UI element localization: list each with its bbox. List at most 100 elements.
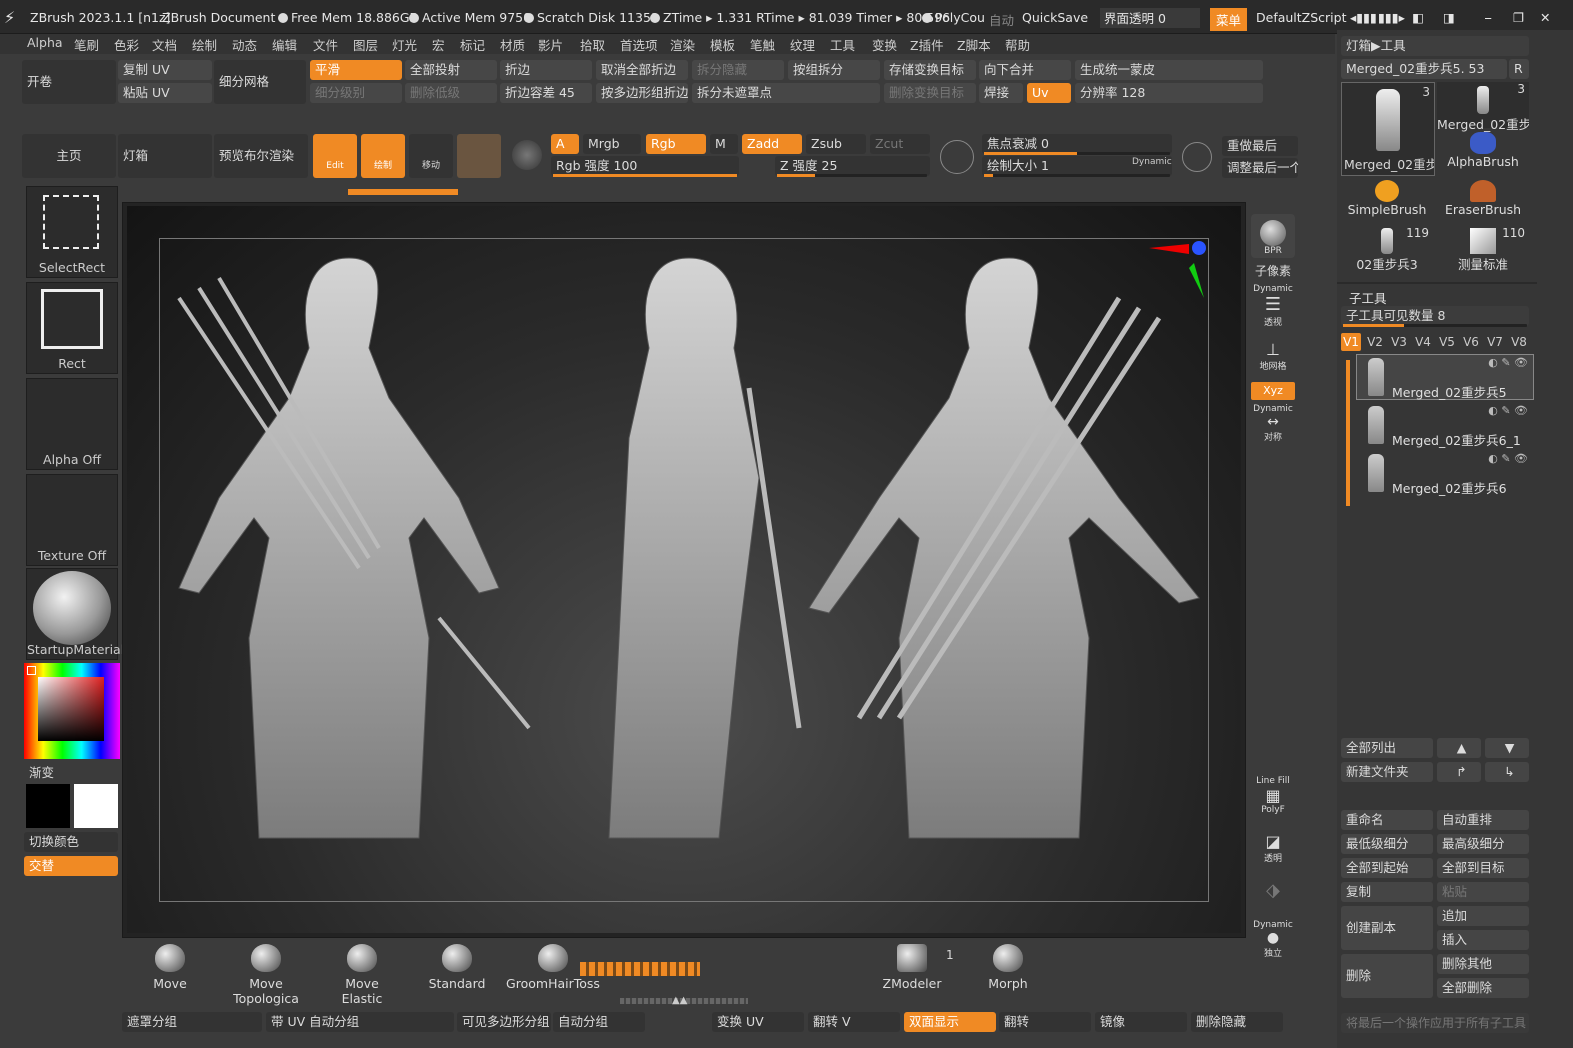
expand-icon[interactable]: ▮▮▮▸ <box>1378 10 1405 25</box>
autogroup-button[interactable]: 自动分组 <box>553 1012 645 1032</box>
transparency-slider[interactable]: 界面透明 0 <box>1100 8 1200 28</box>
redo-last-button[interactable]: 重做最后 <box>1222 136 1298 156</box>
menu-item-23[interactable]: Z脚本 <box>957 35 991 54</box>
menu-item-20[interactable]: 工具 <box>830 35 855 54</box>
draw-button[interactable]: 绘制 <box>361 134 405 178</box>
menu-item-7[interactable]: 文件 <box>313 35 338 54</box>
subtool-item-3[interactable]: Merged_02重步兵6 ◐ ✎ 👁 <box>1360 452 1532 496</box>
brush-standard[interactable]: Standard <box>426 944 488 991</box>
symmetry-button[interactable]: Dynamic ↔ 对称 <box>1251 404 1295 443</box>
menu-item-24[interactable]: 帮助 <box>1005 35 1030 54</box>
subtool-tab-v2[interactable]: V2 <box>1365 333 1385 351</box>
r-button[interactable]: R <box>1509 59 1529 79</box>
close-icon[interactable]: ✕ <box>1540 10 1550 25</box>
zsub-button[interactable]: Zsub <box>806 134 866 154</box>
tool-thumb-2[interactable]: 3 Merged_02重步兵 <box>1437 82 1529 132</box>
move-down-icon[interactable]: ↳ <box>1485 762 1529 782</box>
minimize-icon[interactable]: ⎯ <box>1485 10 1491 26</box>
brush-morph[interactable]: Morph <box>984 944 1032 991</box>
subtool-header[interactable]: 子工具 <box>1349 288 1387 307</box>
material-slot[interactable]: StartupMaterial <box>26 568 124 660</box>
paste-uv-button[interactable]: 粘贴 UV <box>118 83 212 103</box>
flip-v-button[interactable]: 翻转 V <box>808 1012 900 1032</box>
subtool-tab-v7[interactable]: V7 <box>1485 333 1505 351</box>
subtool-scroll-indicator[interactable] <box>1346 360 1350 506</box>
split-unmasked-button[interactable]: 拆分未遮罩点 <box>692 83 880 103</box>
rgb-button[interactable]: Rgb <box>646 134 706 154</box>
mirror-button[interactable]: 镜像 <box>1095 1012 1187 1032</box>
menu-item-11[interactable]: 标记 <box>460 35 485 54</box>
create-copy-button[interactable]: 创建副本 <box>1341 906 1433 950</box>
adjust-last-button[interactable]: 调整最后一个 <box>1222 158 1298 178</box>
menu-item-14[interactable]: 拾取 <box>580 35 605 54</box>
copy-uv-button[interactable]: 复制 UV <box>118 60 212 80</box>
crease-tolerance-slider[interactable]: 折边容差 45 <box>500 83 592 103</box>
menu-item-9[interactable]: 灯光 <box>392 35 417 54</box>
paste-button[interactable]: 粘贴 <box>1437 882 1529 902</box>
menu-item-21[interactable]: 变换 <box>872 35 897 54</box>
subtool-tab-v6[interactable]: V6 <box>1461 333 1481 351</box>
menu-item-18[interactable]: 笔触 <box>750 35 775 54</box>
perspective-button[interactable]: Dynamic ☰ 透视 <box>1251 284 1295 328</box>
layout-icon[interactable]: ◧ <box>1412 10 1424 25</box>
double-sided-button[interactable]: 双面显示 <box>904 1012 996 1032</box>
chevron-up-icon[interactable]: ▲▲ <box>672 995 687 1006</box>
delete-morph-button[interactable]: 删除变换目标 <box>884 83 976 103</box>
selectrect-brush[interactable]: SelectRect <box>26 186 118 278</box>
home-button[interactable]: 主页 <box>22 134 116 178</box>
tool-thumb-soldier3[interactable]: 119 02重步兵3 <box>1341 226 1433 272</box>
apply-all-subtools-button[interactable]: 将最后一个操作应用于所有子工具 <box>1341 1013 1529 1033</box>
rotate-mode-icon[interactable] <box>457 134 501 178</box>
project-all-button[interactable]: 全部投射 <box>405 60 497 80</box>
duplicate-button[interactable]: 复制 <box>1341 882 1433 902</box>
brush-zmodeler[interactable]: ZModeler <box>880 944 944 991</box>
zadd-button[interactable]: Zadd <box>742 134 802 154</box>
uv-autogroup-button[interactable]: 带 UV 自动分组 <box>266 1012 454 1032</box>
rename-button[interactable]: 重命名 <box>1341 810 1433 830</box>
subdiv-mesh-button[interactable]: 细分网格 <box>214 60 306 104</box>
soldier-model[interactable] <box>159 238 1209 902</box>
menu-item-13[interactable]: 影片 <box>538 35 563 54</box>
color-square[interactable] <box>38 677 104 741</box>
smooth-button[interactable]: 平滑 <box>310 60 402 80</box>
bpr-button[interactable]: BPR <box>1251 214 1295 258</box>
brush-move[interactable]: Move <box>146 944 194 991</box>
zcut-button[interactable]: Zcut <box>870 134 930 154</box>
dynamic-draw-icon[interactable] <box>1182 142 1212 172</box>
all-to-start-button[interactable]: 全部到起始 <box>1341 858 1433 878</box>
menu-item-8[interactable]: 图层 <box>353 35 378 54</box>
quicksave-button[interactable]: QuickSave <box>1022 10 1088 25</box>
crease-button[interactable]: 折边 <box>500 60 592 80</box>
z-intensity-slider[interactable]: Z 强度 25 <box>775 156 930 176</box>
new-folder-button[interactable]: 新建文件夹 <box>1341 762 1433 782</box>
a-button[interactable]: A <box>551 134 579 154</box>
subtool-tab-v5[interactable]: V5 <box>1437 333 1457 351</box>
delete-lower-button[interactable]: 删除低级 <box>405 83 497 103</box>
solo-button[interactable]: Dynamic ● 独立 <box>1251 920 1295 959</box>
xyz-button[interactable]: Xyz <box>1251 382 1295 400</box>
delete-other-button[interactable]: 删除其他 <box>1437 954 1529 974</box>
highest-subdiv-button[interactable]: 最高级细分 <box>1437 834 1529 854</box>
uncrease-all-button[interactable]: 取消全部折边 <box>596 60 688 80</box>
eye-icon[interactable]: ◐ ✎ 👁 <box>1488 404 1528 417</box>
ghost-icon[interactable]: ⬗ <box>1251 880 1295 901</box>
lightbox-tool-header[interactable]: 灯箱▶工具 <box>1341 36 1529 56</box>
floor-grid-button[interactable]: ⊥ 地网格 <box>1251 340 1295 372</box>
edit-button[interactable]: Edit <box>313 134 357 178</box>
brush-move-elastic[interactable]: Move Elastic <box>324 944 400 1006</box>
arrow-up-icon[interactable]: ▲ <box>1437 738 1481 758</box>
all-to-target-button[interactable]: 全部到目标 <box>1437 858 1529 878</box>
m-button[interactable]: M <box>710 134 738 154</box>
crease-pg-button[interactable]: 按多边形组折边 <box>596 83 688 103</box>
color-mode-icon[interactable] <box>512 140 542 170</box>
delete-all-button[interactable]: 全部删除 <box>1437 978 1529 998</box>
menu-item-22[interactable]: Z插件 <box>910 35 944 54</box>
subtool-tab-v1[interactable]: V1 <box>1341 333 1361 351</box>
menu-item-4[interactable]: 绘制 <box>192 35 217 54</box>
focal-shift-slider[interactable]: 焦点衰减 0 <box>982 134 1172 154</box>
flip-button[interactable]: 翻转 <box>999 1012 1091 1032</box>
alphabrush-thumb[interactable]: AlphaBrush <box>1437 130 1529 174</box>
move-mode-button[interactable]: 移动 <box>409 134 453 178</box>
subtool-item-2[interactable]: Merged_02重步兵6_1 ◐ ✎ 👁 <box>1360 404 1532 448</box>
lazy-mouse-icon[interactable] <box>940 140 974 174</box>
